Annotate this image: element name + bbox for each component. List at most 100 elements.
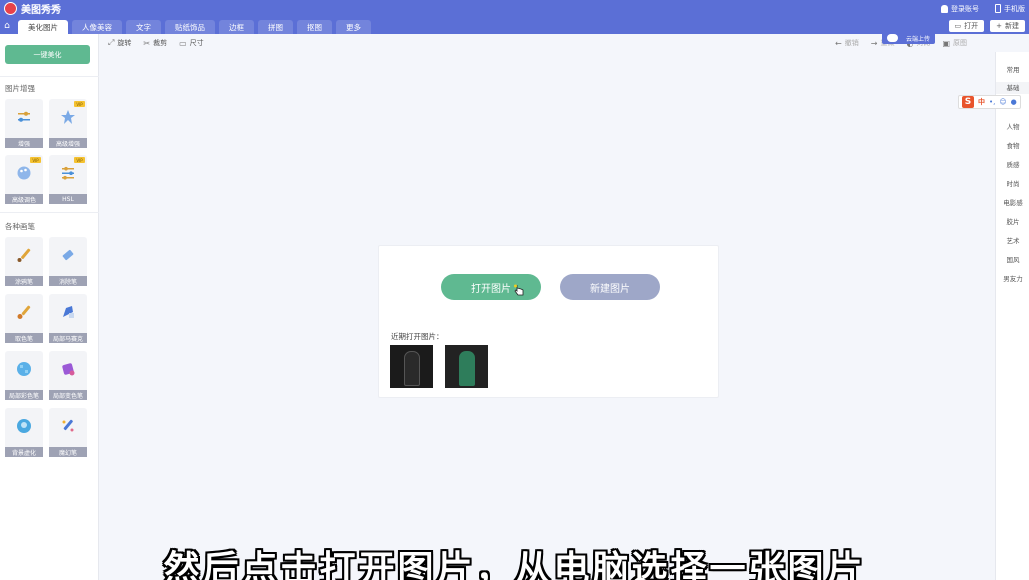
one-click-beautify-button[interactable]: 一键美化 bbox=[5, 45, 90, 64]
tab-text[interactable]: 文字 bbox=[126, 20, 161, 34]
recent-image-thumbnail[interactable] bbox=[445, 345, 488, 388]
hsl-sliders-icon bbox=[62, 166, 74, 180]
filter-category-boyfriend[interactable]: 男友力 bbox=[996, 273, 1029, 283]
section-title-enhance: 图片增强 bbox=[5, 84, 35, 93]
tool-label: 涂鸦笔 bbox=[5, 276, 43, 286]
tool-background-blur[interactable]: 背景虚化 bbox=[5, 408, 43, 457]
video-subtitle: 然后点击打开图片，从电脑选择一张图片 bbox=[163, 549, 866, 580]
tool-local-color-pen[interactable]: 局部彩色笔 bbox=[5, 351, 43, 400]
filter-category-art[interactable]: 艺术 bbox=[996, 235, 1029, 245]
tab-frames[interactable]: 边框 bbox=[219, 20, 254, 34]
blur-background-icon bbox=[17, 419, 31, 433]
new-file-label: 新建 bbox=[1005, 21, 1019, 30]
original-button[interactable]: ▣ 原图 bbox=[942, 38, 967, 48]
tool-advanced-color[interactable]: VIP 高级调色 bbox=[5, 155, 43, 204]
tool-color-picker[interactable]: 取色笔 bbox=[5, 294, 43, 343]
filter-category-chinese-style[interactable]: 国风 bbox=[996, 254, 1029, 264]
smiley-icon[interactable]: ☺ bbox=[999, 98, 1006, 106]
sliders-icon bbox=[18, 111, 30, 122]
tool-label: 局部马赛克 bbox=[49, 333, 87, 343]
left-tool-panel: 一键美化 图片增强 增强 VIP 高级增强 VIP 高级调色 VIP HSL 各… bbox=[0, 34, 99, 580]
filter-category-cinematic[interactable]: 电影感 bbox=[996, 197, 1029, 207]
undo-arrow-icon: ← bbox=[835, 38, 842, 48]
tab-portrait[interactable]: 人像美容 bbox=[72, 20, 122, 34]
undo-label: 撤销 bbox=[844, 39, 859, 47]
tool-label: 局部变色笔 bbox=[49, 390, 87, 400]
open-file-label: 打开 bbox=[964, 21, 979, 30]
crop-button[interactable]: ✂ 裁剪 bbox=[143, 38, 167, 48]
magic-pen-icon bbox=[62, 419, 74, 432]
resize-icon: ▭ bbox=[179, 38, 187, 48]
divider bbox=[0, 76, 99, 77]
hand-cursor-icon bbox=[514, 284, 524, 296]
filter-category-food[interactable]: 食物 bbox=[996, 140, 1029, 150]
ime-chinese-mode[interactable]: 中 bbox=[978, 97, 985, 107]
tool-label: HSL bbox=[49, 194, 87, 204]
tool-local-mosaic[interactable]: 局部马赛克 bbox=[49, 294, 87, 343]
original-label: 原图 bbox=[953, 39, 967, 47]
rotate-button[interactable]: ⤢ 旋转 bbox=[108, 38, 131, 48]
tool-label: 魔幻笔 bbox=[49, 447, 87, 457]
divider bbox=[0, 212, 99, 213]
image-icon: ▣ bbox=[942, 38, 950, 48]
tool-label: 取色笔 bbox=[5, 333, 43, 343]
scissors-icon: ✂ bbox=[143, 38, 151, 48]
tool-enhance[interactable]: 增强 bbox=[5, 99, 43, 148]
tool-hsl[interactable]: VIP HSL bbox=[49, 155, 87, 204]
filter-category-people[interactable]: 人物 bbox=[996, 121, 1029, 131]
new-image-button[interactable]: 新建图片 bbox=[560, 274, 660, 300]
vip-badge: VIP bbox=[74, 157, 85, 163]
size-button[interactable]: ▭ 尺寸 bbox=[179, 38, 204, 48]
tool-local-recolor-pen[interactable]: 局部变色笔 bbox=[49, 351, 87, 400]
color-pen-icon bbox=[17, 362, 31, 376]
home-icon[interactable]: ⌂ bbox=[0, 17, 14, 34]
open-image-button[interactable]: 打开图片 bbox=[441, 274, 541, 300]
filter-category-film[interactable]: 胶片 bbox=[996, 216, 1029, 226]
user-icon bbox=[941, 4, 948, 13]
cloud-upload-label: 云端上传 bbox=[906, 35, 931, 43]
tool-magic-pen[interactable]: 魔幻笔 bbox=[49, 408, 87, 457]
undo-button[interactable]: ← 撤销 bbox=[835, 38, 859, 48]
sogou-s-icon: S bbox=[962, 96, 974, 108]
new-file-button[interactable]: + 新建 bbox=[990, 19, 1025, 32]
microphone-icon[interactable]: ● bbox=[1011, 98, 1017, 106]
filter-category-texture[interactable]: 质感 bbox=[996, 159, 1029, 169]
brush-icon bbox=[17, 248, 31, 262]
app-title: 美图秀秀 bbox=[21, 5, 61, 16]
tool-label: 消除笔 bbox=[49, 276, 87, 286]
tool-doodle-brush[interactable]: 涂鸦笔 bbox=[5, 237, 43, 286]
size-label: 尺寸 bbox=[189, 39, 204, 47]
filter-category-basic[interactable]: 基础 bbox=[996, 82, 1029, 94]
tool-label: 高级调色 bbox=[5, 194, 43, 204]
login-link[interactable]: 登录账号 bbox=[941, 4, 979, 14]
mobile-label: 手机版 bbox=[1004, 4, 1025, 13]
recent-image-thumbnail[interactable] bbox=[390, 345, 433, 388]
filter-category-common[interactable]: 常用 bbox=[996, 64, 1029, 74]
tool-label: 高级增强 bbox=[49, 138, 87, 148]
player-figure bbox=[404, 351, 420, 386]
tab-beautify[interactable]: 美化图片 bbox=[18, 20, 68, 34]
meitu-logo-icon bbox=[4, 2, 17, 15]
open-file-button[interactable]: ▭ 打开 bbox=[948, 19, 985, 32]
palette-icon bbox=[17, 166, 31, 180]
filter-category-fashion[interactable]: 时尚 bbox=[996, 178, 1029, 188]
ime-toolbar[interactable]: S 中 •, ☺ ● bbox=[958, 95, 1021, 109]
title-bar: 美图秀秀 登录账号 手机版 bbox=[0, 0, 1029, 17]
tab-collage[interactable]: 拼图 bbox=[258, 20, 293, 34]
edit-toolbar: ⤢ 旋转 ✂ 裁剪 ▭ 尺寸 ← 撤销 → 重做 ◐ 对比 ▣ 原图 bbox=[100, 34, 995, 52]
tool-label: 增强 bbox=[5, 138, 43, 148]
app-logo: 美图秀秀 bbox=[4, 1, 61, 16]
magic-star-icon bbox=[61, 110, 75, 124]
cloud-upload-badge[interactable]: 云端上传 bbox=[882, 32, 936, 44]
mobile-link[interactable]: 手机版 bbox=[995, 4, 1025, 14]
open-folder-icon: ▭ bbox=[954, 21, 962, 30]
vip-badge: VIP bbox=[74, 101, 85, 107]
tool-label: 背景虚化 bbox=[5, 447, 43, 457]
punctuation-icon[interactable]: •, bbox=[989, 98, 995, 106]
tab-cutout[interactable]: 抠图 bbox=[297, 20, 332, 34]
tool-advanced-enhance[interactable]: VIP 高级增强 bbox=[49, 99, 87, 148]
tool-eraser-brush[interactable]: 消除笔 bbox=[49, 237, 87, 286]
tab-more[interactable]: 更多 bbox=[336, 20, 371, 34]
tab-stickers[interactable]: 贴纸饰品 bbox=[165, 20, 215, 34]
color-picker-brush-icon bbox=[17, 305, 31, 319]
